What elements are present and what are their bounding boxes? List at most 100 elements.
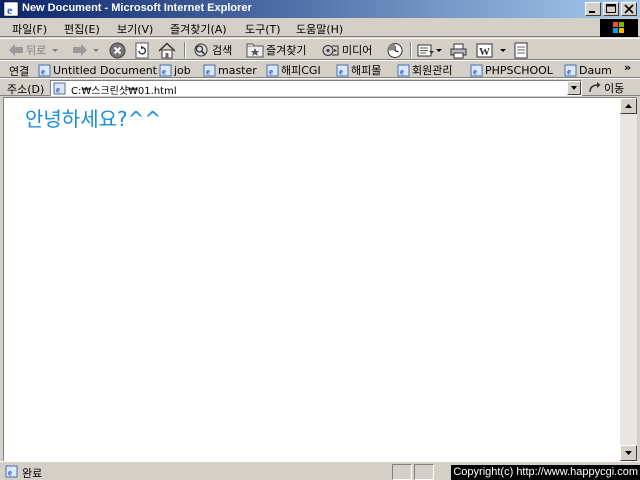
history-icon	[387, 42, 403, 58]
chevron-down-icon	[52, 49, 59, 52]
menu-help[interactable]: 도움말(H)	[296, 21, 343, 37]
stop-button[interactable]	[109, 41, 126, 59]
address-value: C:₩스크린샷₩01.html	[71, 86, 177, 97]
favorites-label: 즐겨찾기	[266, 44, 307, 57]
ie-logo-icon: e	[3, 1, 19, 17]
page-content[interactable]: 안녕하세요?^^	[3, 97, 620, 461]
status-text: 완료	[22, 467, 43, 480]
back-label: 뒤로	[26, 44, 47, 57]
search-icon	[194, 43, 208, 56]
search-button[interactable]: 검색	[192, 41, 232, 59]
ie-page-icon: e	[266, 64, 279, 76]
close-button[interactable]	[621, 2, 637, 16]
chevron-down-icon	[436, 49, 442, 52]
maximize-button[interactable]	[603, 2, 619, 16]
menu-tools[interactable]: 도구(T)	[245, 21, 281, 37]
links-bar: 연결 e Untitled Document e job e master e …	[0, 60, 640, 78]
minimize-button[interactable]	[585, 2, 601, 16]
print-button[interactable]	[449, 41, 468, 59]
link-label: Daum	[579, 63, 612, 77]
windows-logo-icon	[600, 19, 638, 37]
edit-button[interactable]: W	[476, 41, 507, 59]
status-panel	[414, 464, 434, 480]
links-more-button[interactable]: »	[624, 61, 631, 74]
ie-page-icon: e	[159, 64, 172, 76]
ie-page-icon: e	[470, 64, 483, 76]
discuss-button[interactable]	[513, 41, 529, 59]
media-icon	[322, 44, 339, 56]
favorites-button[interactable]: 즐겨찾기	[246, 41, 306, 59]
link-job[interactable]: e job	[159, 62, 191, 78]
favorites-folder-icon	[246, 43, 264, 58]
forward-button[interactable]	[72, 41, 101, 59]
links-label: 연결	[9, 65, 30, 78]
title-bar[interactable]: e New Document - Microsoft Internet Expl…	[0, 0, 640, 18]
svg-text:e: e	[162, 66, 166, 76]
link-happycgi[interactable]: e 해피CGI	[266, 62, 321, 78]
menu-edit[interactable]: 편집(E)	[64, 21, 100, 37]
mail-icon	[417, 44, 434, 57]
media-button[interactable]: 미디어	[322, 41, 372, 59]
go-label: 이동	[604, 82, 625, 95]
print-icon	[450, 43, 467, 58]
back-button[interactable]: 뒤로	[8, 41, 60, 59]
svg-text:e: e	[400, 66, 404, 76]
go-button[interactable]: 이동	[588, 80, 624, 96]
link-label: 해피몰	[351, 64, 382, 77]
go-arrow-icon	[589, 82, 601, 93]
chevron-down-icon	[571, 86, 577, 90]
ie-page-icon: e	[203, 64, 216, 76]
greeting-text: 안녕하세요?^^	[25, 107, 162, 131]
chevron-down-icon	[500, 49, 506, 52]
ie-page-icon: e	[53, 82, 66, 95]
svg-text:e: e	[269, 66, 273, 76]
history-button[interactable]	[386, 41, 404, 59]
svg-text:e: e	[567, 66, 571, 76]
link-untitled-document[interactable]: e Untitled Document	[38, 62, 157, 78]
svg-text:e: e	[7, 3, 13, 17]
stop-icon	[109, 42, 126, 58]
mail-button[interactable]	[417, 41, 443, 59]
scroll-down-button[interactable]	[620, 445, 637, 461]
menu-bar: 파일(F) 편집(E) 보기(V) 즐겨찾기(A) 도구(T) 도움말(H)	[0, 18, 640, 37]
refresh-button[interactable]	[134, 41, 151, 59]
address-bar: 주소(D) e C:₩스크린샷₩01.html 이동	[0, 78, 640, 97]
arrow-down-icon	[625, 451, 632, 455]
link-member-admin[interactable]: e 회원관리	[397, 62, 452, 78]
copyright-overlay: Copyright(c) http://www.happycgi.com	[451, 465, 640, 480]
svg-text:e: e	[339, 66, 343, 76]
link-label: PHPSCHOOL	[485, 63, 553, 77]
link-phpschool[interactable]: e PHPSCHOOL	[470, 62, 553, 78]
search-label: 검색	[212, 44, 233, 57]
ie-page-icon: e	[5, 465, 18, 478]
window-title: New Document - Microsoft Internet Explor…	[22, 2, 252, 14]
scroll-up-button[interactable]	[620, 98, 637, 114]
link-daum[interactable]: e Daum	[564, 62, 612, 78]
svg-text:e: e	[206, 66, 210, 76]
standard-toolbar: 뒤로 검색 즐겨찾기 미디어 W	[0, 38, 640, 60]
address-label: 주소(D)	[7, 83, 45, 96]
status-panel	[392, 464, 412, 480]
back-arrow-icon	[9, 44, 23, 56]
address-input[interactable]: e C:₩스크린샷₩01.html	[50, 80, 582, 97]
forward-arrow-icon	[73, 44, 87, 56]
toolbar-separator	[184, 42, 186, 58]
arrow-up-icon	[625, 104, 632, 108]
link-label: 회원관리	[412, 64, 453, 77]
menu-favorites[interactable]: 즐겨찾기(A)	[170, 21, 227, 37]
ie-page-icon: e	[564, 64, 577, 76]
home-button[interactable]	[158, 41, 176, 59]
link-master[interactable]: e master	[203, 62, 257, 78]
ie-page-icon: e	[397, 64, 410, 76]
menu-view[interactable]: 보기(V)	[117, 21, 153, 37]
word-edit-icon: W	[476, 43, 493, 58]
menu-file[interactable]: 파일(F)	[12, 21, 47, 37]
vertical-scrollbar[interactable]	[620, 97, 637, 461]
address-dropdown-button[interactable]	[567, 81, 581, 95]
home-icon	[158, 41, 176, 58]
notepad-icon	[514, 42, 528, 58]
svg-text:W: W	[479, 46, 490, 58]
svg-text:e: e	[473, 66, 477, 76]
link-happymall[interactable]: e 해피몰	[336, 62, 381, 78]
link-label: job	[174, 63, 191, 77]
